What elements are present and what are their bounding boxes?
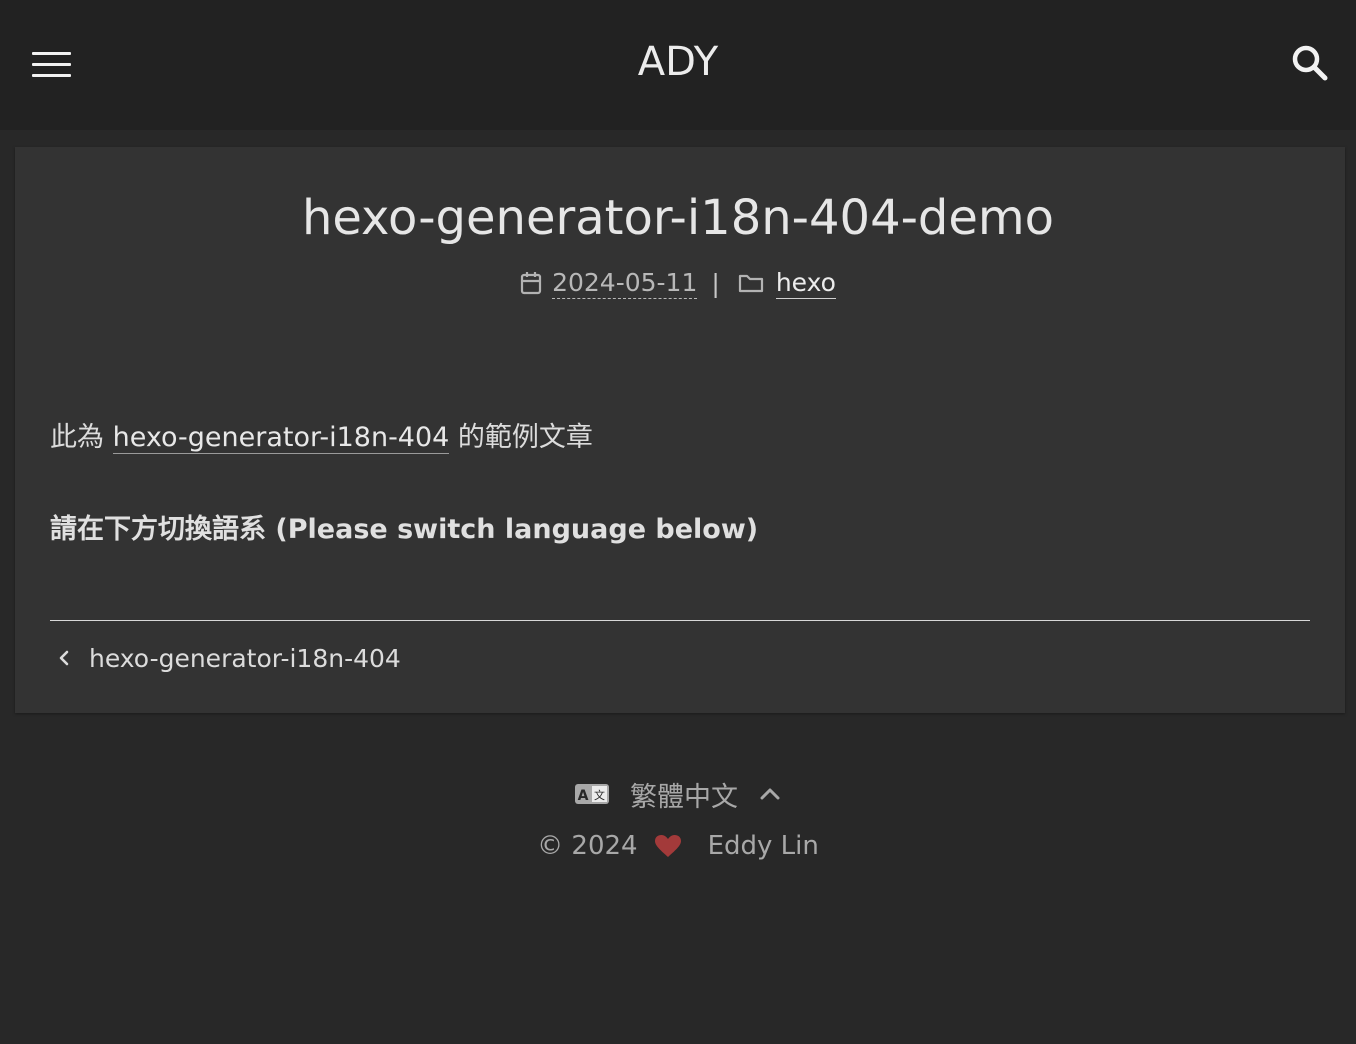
footer-copyright: © 2024 Eddy Lin — [0, 826, 1356, 866]
site-title[interactable]: ADY — [0, 36, 1356, 88]
svg-text:A: A — [578, 788, 589, 804]
current-language[interactable]: 繁體中文 — [630, 775, 738, 814]
author-name: Eddy Lin — [707, 831, 819, 861]
language-switcher[interactable]: A 文 繁體中文 — [0, 774, 1356, 814]
post-date: 2024-05-11 — [552, 267, 698, 299]
prev-post-title: hexo-generator-i18n-404 — [89, 643, 401, 673]
post-title: hexo-generator-i18n-404-demo — [301, 190, 1055, 246]
prev-post-link[interactable]: hexo-generator-i18n-404 — [55, 640, 401, 676]
chevron-up-icon[interactable] — [758, 785, 782, 803]
calendar-icon — [520, 271, 542, 295]
meta-separator: | — [711, 268, 720, 298]
heart-icon — [654, 834, 682, 858]
post-content-bold-text: 請在下方切換語系 (Please switch language below) — [50, 514, 759, 545]
search-icon[interactable] — [1290, 43, 1330, 83]
content-text-suffix: 的範例文章 — [449, 422, 593, 453]
site-header: ADY — [0, 0, 1356, 130]
chevron-left-icon — [55, 647, 73, 669]
folder-icon — [738, 272, 764, 294]
content-link[interactable]: hexo-generator-i18n-404 — [112, 422, 450, 454]
post-category-link[interactable]: hexo — [775, 268, 836, 299]
svg-text:文: 文 — [594, 788, 605, 802]
post-divider — [50, 620, 1310, 621]
translate-icon: A 文 — [574, 782, 610, 806]
post-content-paragraph: 此為 hexo-generator-i18n-404 的範例文章 — [50, 418, 593, 458]
copyright-text: © 2024 — [537, 831, 638, 861]
post-meta: 2024-05-11 | hexo — [0, 264, 1356, 302]
content-text-prefix: 此為 — [50, 422, 113, 453]
